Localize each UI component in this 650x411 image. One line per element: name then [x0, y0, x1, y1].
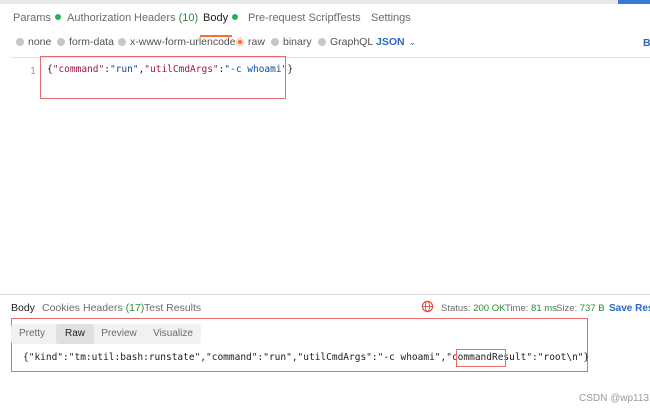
save-response-button[interactable]: Save Resp — [609, 303, 650, 314]
resp-tab-headers-label: Headers — [83, 302, 123, 314]
radio-label: binary — [283, 36, 312, 48]
annotation-box-request — [40, 56, 286, 99]
annotation-box-result — [456, 349, 506, 367]
body-indicator-dot — [232, 14, 239, 20]
size-readout[interactable]: Size: 737 B — [556, 303, 605, 314]
response-tabs: Body Cookies Headers (17) Test Results S… — [0, 300, 650, 316]
radio-graphql[interactable]: GraphQL — [318, 36, 373, 48]
format-pretty[interactable]: Pretty — [11, 324, 53, 344]
radio-label: form-data — [69, 36, 114, 48]
request-tabs: Params Authorization Headers (10) Body P… — [0, 5, 650, 37]
resp-tab-headers[interactable]: Headers (17) — [83, 302, 144, 314]
top-accent — [618, 0, 650, 4]
format-visualize[interactable]: Visualize — [145, 324, 201, 344]
radio-label: GraphQL — [330, 36, 374, 48]
time-label: Time: — [505, 303, 529, 314]
radio-none[interactable]: none — [16, 36, 51, 48]
resp-tab-cookies[interactable]: Cookies — [42, 302, 80, 314]
tab-authorization[interactable]: Authorization — [67, 12, 131, 24]
headers-count: (10) — [178, 12, 199, 24]
tab-headers[interactable]: Headers (10) — [134, 12, 198, 24]
time-value: 81 ms — [531, 303, 557, 314]
globe-icon[interactable] — [421, 300, 434, 313]
status-value: 200 OK — [473, 303, 506, 314]
radio-x-www-form-urlencoded[interactable]: x-www-form-urlencoded — [118, 36, 241, 48]
size-label: Size: — [556, 303, 578, 314]
resp-tab-body[interactable]: Body — [11, 302, 35, 314]
format-preview[interactable]: Preview — [95, 324, 143, 344]
time-readout[interactable]: Time: 81 ms — [505, 303, 557, 314]
line-number: 1 — [30, 66, 36, 77]
radio-form-data[interactable]: form-data — [57, 36, 114, 48]
tab-pre-request-script[interactable]: Pre-request Script — [248, 12, 337, 24]
tab-settings[interactable]: Settings — [371, 12, 411, 24]
radio-label: raw — [248, 36, 265, 48]
tab-body-label: Body — [203, 12, 229, 24]
radio-circle — [57, 38, 65, 46]
tab-body[interactable]: Body — [203, 12, 239, 24]
size-value: 737 B — [579, 303, 605, 314]
radio-circle-selected — [236, 38, 244, 46]
chevron-down-icon: ⌄ — [408, 37, 417, 47]
radio-circle — [118, 38, 126, 46]
tab-headers-label: Headers — [134, 12, 176, 24]
resp-headers-count: (17) — [125, 302, 145, 314]
body-type-options: none form-data x-www-form-urlencoded raw… — [0, 34, 650, 52]
response-format-toggle: Pretty Raw Preview Visualize — [11, 324, 201, 344]
status-label: Status: — [441, 303, 471, 314]
params-indicator-dot — [54, 14, 61, 20]
tab-params[interactable]: Params — [13, 12, 61, 24]
status-readout[interactable]: Status: 200 OK — [441, 303, 505, 314]
radio-raw[interactable]: raw — [236, 36, 265, 48]
format-select-label: JSON — [376, 36, 405, 48]
radio-label: none — [28, 36, 52, 48]
watermark: CSDN @wp1131 — [579, 393, 650, 404]
format-raw[interactable]: Raw — [56, 324, 94, 344]
window-top-bar — [0, 0, 650, 4]
radio-circle — [16, 38, 24, 46]
radio-label: x-www-form-urlencoded — [130, 36, 242, 48]
radio-circle — [318, 38, 326, 46]
tab-tests[interactable]: Tests — [335, 12, 361, 24]
resp-tab-test-results[interactable]: Test Results — [144, 302, 201, 314]
tab-params-label: Params — [13, 12, 51, 24]
radio-circle — [271, 38, 279, 46]
pane-divider[interactable] — [0, 294, 650, 295]
beautify-link[interactable]: B — [643, 37, 650, 49]
format-select[interactable]: JSON ⌄ — [376, 36, 416, 48]
radio-binary[interactable]: binary — [271, 36, 312, 48]
